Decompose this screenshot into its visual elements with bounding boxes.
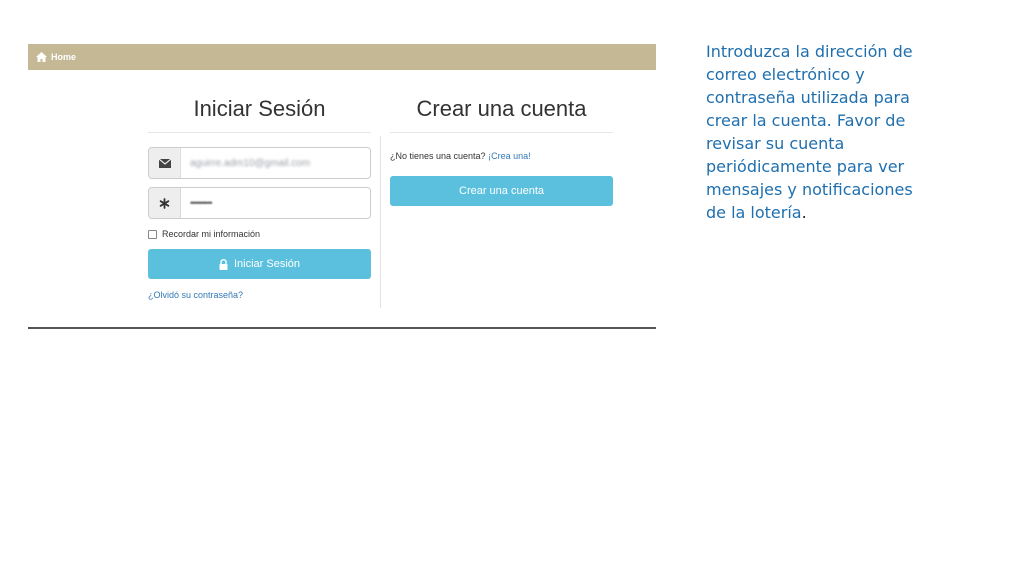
login-title: Iniciar Sesión <box>148 90 371 133</box>
create-account-prompt: ¿No tienes una cuenta? ¡Crea una! <box>390 151 613 161</box>
login-column: Iniciar Sesión aguirre.adm10@gmail.com •… <box>148 90 371 300</box>
envelope-icon <box>149 148 181 178</box>
create-account-title: Crear una cuenta <box>390 90 613 133</box>
create-account-column: Crear una cuenta ¿No tienes una cuenta? … <box>390 90 613 206</box>
password-input-group <box>148 187 371 219</box>
bottom-divider <box>28 327 656 329</box>
login-screen: Home Iniciar Sesión aguirre.adm10@gmail.… <box>28 44 656 330</box>
email-input[interactable] <box>181 148 370 178</box>
instruction-period: . <box>801 203 807 222</box>
remember-label: Recordar mi información <box>162 229 261 239</box>
home-link[interactable]: Home <box>36 52 76 62</box>
create-account-button-label: Crear una cuenta <box>459 185 544 197</box>
create-account-button[interactable]: Crear una cuenta <box>390 176 613 206</box>
asterisk-icon <box>149 188 181 218</box>
lock-icon <box>219 258 228 270</box>
remember-checkbox[interactable] <box>148 229 157 239</box>
login-button[interactable]: Iniciar Sesión <box>148 249 371 279</box>
home-icon <box>36 52 47 62</box>
forgot-password-link[interactable]: ¿Olvidó su contraseña? <box>148 290 371 300</box>
login-button-label: Iniciar Sesión <box>233 258 301 270</box>
instruction-text: Introduzca la dirección de correo electr… <box>706 42 913 222</box>
email-input-group <box>148 147 371 179</box>
home-label: Home <box>51 52 77 62</box>
password-input[interactable] <box>181 188 370 218</box>
navbar: Home <box>28 44 656 70</box>
create-account-question: ¿No tienes una cuenta? <box>390 151 486 161</box>
column-divider <box>380 136 381 308</box>
create-one-link[interactable]: ¡Crea una! <box>488 151 531 161</box>
instruction-note: Introduzca la dirección de correo electr… <box>706 40 921 224</box>
remember-row: Recordar mi información <box>148 229 371 239</box>
